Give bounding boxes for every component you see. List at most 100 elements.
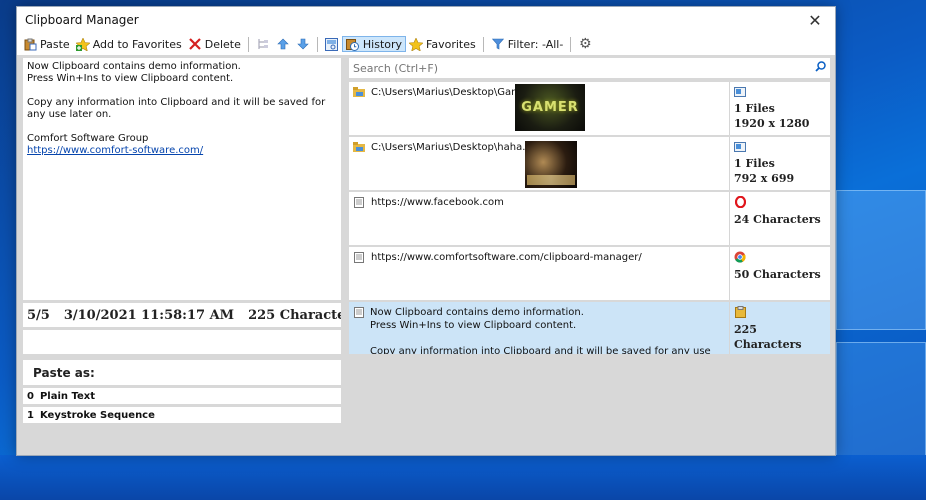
- text-document-icon: [353, 251, 365, 263]
- thumbnail-caption: GAMER: [521, 100, 579, 115]
- history-item-size: 50 Characters: [734, 268, 821, 281]
- arrow-up-icon: [276, 37, 290, 51]
- preview-text-body: Copy any information into Clipboard and …: [27, 97, 329, 120]
- history-clock-icon: [346, 37, 360, 51]
- history-item-meta: 225 Characters: [729, 302, 830, 354]
- history-item-content: https://www.facebook.com: [349, 192, 729, 245]
- star-add-icon: [75, 37, 90, 51]
- search-box: [349, 58, 830, 78]
- image-thumbnail: GAMER: [515, 84, 585, 131]
- toolbar-separator: [482, 36, 484, 52]
- toolbar-separator: [247, 36, 249, 52]
- favorites-tab[interactable]: Favorites: [406, 36, 479, 52]
- close-button[interactable]: ✕: [795, 7, 835, 33]
- history-item-content: C:\Users\Marius\Desktop\haha.jp: [349, 137, 729, 190]
- history-item-image-haha[interactable]: C:\Users\Marius\Desktop\haha.jp 1 Files …: [349, 137, 830, 190]
- history-panel: C:\Users\Marius\Desktop\Game GAMER 1 Fil…: [349, 58, 830, 354]
- desktop-background: [0, 455, 926, 500]
- settings-button[interactable]: ⚙: [575, 36, 595, 52]
- text-document-icon: [353, 306, 364, 318]
- toolbar-separator: [316, 36, 318, 52]
- file-explorer-icon: [353, 86, 365, 98]
- paste-option-key: 1: [27, 409, 34, 421]
- opera-browser-icon: [734, 196, 746, 208]
- clip-size: 225 Characters: [248, 307, 341, 323]
- history-item-text: Now Clipboard contains demo information.…: [370, 307, 711, 354]
- image-file-icon: [734, 141, 746, 153]
- move-to-top-button[interactable]: [253, 36, 273, 52]
- history-tab[interactable]: History: [341, 36, 407, 52]
- search-input[interactable]: [353, 61, 815, 75]
- window-title: Clipboard Manager: [25, 13, 139, 27]
- tree-structure-icon: [256, 37, 270, 51]
- image-file-icon: [734, 86, 746, 98]
- clipboard-paste-icon: [23, 37, 37, 51]
- add-to-favorites-button[interactable]: Add to Favorites: [73, 36, 185, 52]
- history-item-dimensions: 792 x 699: [734, 172, 795, 185]
- title-bar: Clipboard Manager ✕: [17, 7, 835, 33]
- history-item-file-count: 1 Files: [734, 157, 775, 170]
- clip-preview-pane[interactable]: Now Clipboard contains demo information.…: [23, 58, 341, 300]
- history-item-text: C:\Users\Marius\Desktop\haha.jp: [371, 142, 535, 153]
- paste-option-keystroke-sequence[interactable]: 1 Keystroke Sequence: [23, 407, 341, 423]
- clip-info-bar: 5/5 3/10/2021 11:58:17 AM 225 Characters: [23, 303, 341, 327]
- history-item-meta: 50 Characters: [729, 247, 830, 300]
- history-item-image-game[interactable]: C:\Users\Marius\Desktop\Game GAMER 1 Fil…: [349, 82, 830, 135]
- move-up-button[interactable]: [273, 36, 293, 52]
- move-down-button[interactable]: [293, 36, 313, 52]
- history-item-content: https://www.comfortsoftware.com/clipboar…: [349, 247, 729, 300]
- text-document-icon: [353, 196, 365, 208]
- paste-button[interactable]: Paste: [20, 36, 73, 52]
- paste-option-plain-text[interactable]: 0 Plain Text: [23, 388, 341, 404]
- image-thumbnail: [525, 141, 577, 188]
- preview-text-intro: Now Clipboard contains demo information.…: [27, 61, 241, 84]
- history-item-meta: 1 Files 1920 x 1280: [729, 82, 830, 135]
- star-icon: [409, 37, 424, 51]
- paste-as-header: Paste as:: [23, 360, 341, 385]
- delete-label: Delete: [204, 37, 241, 51]
- search-icon[interactable]: [815, 61, 826, 75]
- history-item-comfortsoftware-url[interactable]: https://www.comfortsoftware.com/clipboar…: [349, 247, 830, 300]
- red-x-icon: [188, 37, 202, 51]
- preview-pane-icon: [325, 37, 339, 51]
- paste-label: Paste: [40, 37, 70, 51]
- arrow-down-icon: [296, 37, 310, 51]
- filter-dropdown[interactable]: Filter: -All-: [488, 36, 567, 52]
- desktop-window-pane: [836, 190, 926, 330]
- history-item-demo-text[interactable]: Now Clipboard contains demo information.…: [349, 302, 830, 354]
- history-item-text: https://www.facebook.com: [371, 197, 504, 208]
- file-explorer-icon: [353, 141, 365, 153]
- paste-option-key: 0: [27, 390, 34, 402]
- favorites-label: Favorites: [426, 37, 476, 51]
- delete-button[interactable]: Delete: [185, 36, 244, 52]
- history-item-content: C:\Users\Marius\Desktop\Game GAMER: [349, 82, 729, 135]
- paste-option-label: Plain Text: [39, 390, 96, 402]
- clip-position: 5/5: [27, 307, 50, 323]
- desktop-window-pane: [836, 342, 926, 462]
- preview-text-company: Comfort Software Group: [27, 133, 149, 144]
- preview-website-link[interactable]: https://www.comfort-software.com/: [27, 145, 203, 156]
- history-item-size: 24 Characters: [734, 213, 821, 226]
- chrome-browser-icon: [734, 251, 746, 263]
- clip-timestamp: 3/10/2021 11:58:17 AM: [63, 307, 235, 323]
- clipboard-manager-window: Clipboard Manager ✕ Paste Add to Favorit…: [16, 6, 836, 456]
- history-item-content: Now Clipboard contains demo information.…: [349, 302, 729, 354]
- add-to-favorites-label: Add to Favorites: [92, 37, 182, 51]
- thumbnail-caption-strip: [527, 175, 575, 185]
- preview-toggle-button[interactable]: [322, 36, 342, 52]
- left-panel: Now Clipboard contains demo information.…: [23, 58, 341, 423]
- history-item-meta: 1 Files 792 x 699: [729, 137, 830, 190]
- history-item-meta: 24 Characters: [729, 192, 830, 245]
- clip-notes-field[interactable]: [23, 330, 341, 354]
- content-area: Now Clipboard contains demo information.…: [17, 55, 835, 455]
- gear-icon: ⚙: [579, 36, 592, 52]
- toolbar-separator: [570, 36, 572, 52]
- history-item-size: 225 Characters: [734, 323, 802, 351]
- clipboard-icon: [734, 306, 746, 318]
- history-item-facebook-url[interactable]: https://www.facebook.com 24 Characters: [349, 192, 830, 245]
- history-item-text: C:\Users\Marius\Desktop\Game: [371, 87, 528, 98]
- funnel-icon: [491, 37, 505, 51]
- paste-option-label: Keystroke Sequence: [39, 409, 155, 421]
- toolbar: Paste Add to Favorites Delete History Fa…: [17, 33, 835, 55]
- history-list: C:\Users\Marius\Desktop\Game GAMER 1 Fil…: [349, 82, 830, 354]
